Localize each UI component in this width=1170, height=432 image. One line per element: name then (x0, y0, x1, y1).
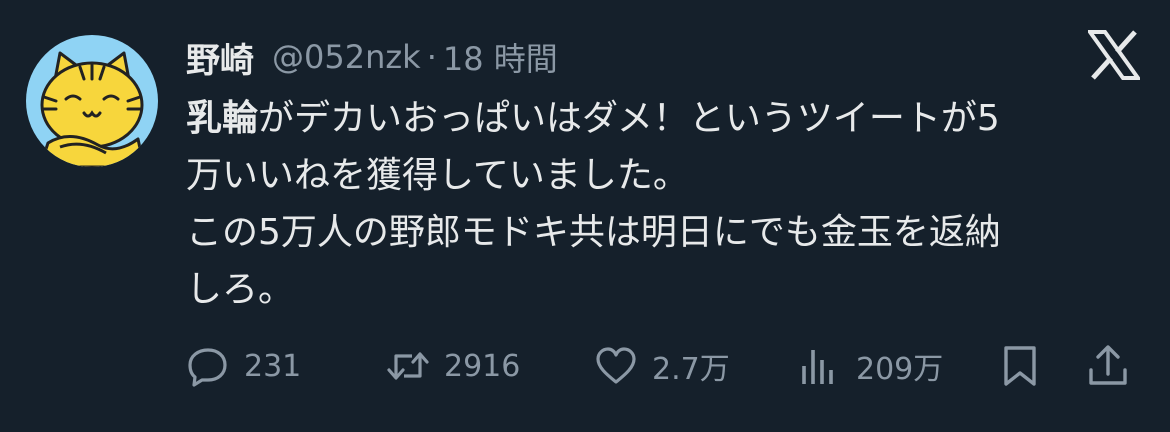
retweet-button[interactable]: 2916 (386, 342, 520, 390)
tweet-header: 野崎 @052nzk · 18 時間 (186, 30, 558, 84)
reply-count: 231 (244, 348, 302, 384)
x-logo-icon[interactable] (1088, 30, 1140, 80)
tweet-text-rest: がデカいおっぱいはダメ！というツイートが5 (258, 98, 1000, 139)
retweet-icon (387, 352, 429, 380)
views-count: 209万 (856, 352, 944, 387)
retweet-count: 2916 (444, 348, 521, 384)
like-button[interactable]: 2.7万 (594, 342, 730, 390)
views-button[interactable]: 209万 (798, 342, 943, 390)
heart-icon (596, 347, 636, 384)
tweet-text-line: しろ。 (186, 269, 295, 310)
avatar[interactable] (26, 35, 158, 167)
reply-icon (188, 348, 227, 387)
tiger-cat-avatar-icon (38, 51, 146, 167)
tweet-text-line: この5万人の野郎モドキ共は明日にでも金玉を返納 (186, 212, 1001, 253)
reply-button[interactable]: 231 (186, 342, 301, 390)
tweet-text-bold: 乳輪 (186, 98, 259, 139)
bookmark-icon (1004, 346, 1036, 386)
like-count: 2.7万 (652, 352, 730, 387)
tweet-text-line: 万いいねを獲得していました。 (186, 155, 689, 196)
share-button[interactable] (1086, 342, 1130, 390)
tweet-text-line: 乳輪がデカいおっぱいはダメ！というツイートが5 (186, 90, 1146, 147)
author-handle[interactable]: @052nzk (272, 38, 421, 76)
separator-dot: · (426, 38, 437, 76)
views-icon (802, 350, 833, 384)
tweet-timestamp[interactable]: 18 時間 (443, 34, 558, 80)
action-bar: 231 2916 2.7万 209万 (186, 342, 1136, 390)
share-icon (1089, 345, 1127, 385)
author-name[interactable]: 野崎 (186, 33, 254, 82)
bookmark-button[interactable] (998, 342, 1042, 390)
tweet-text: 乳輪がデカいおっぱいはダメ！というツイートが5 万いいねを獲得していました。 こ… (186, 90, 1146, 318)
